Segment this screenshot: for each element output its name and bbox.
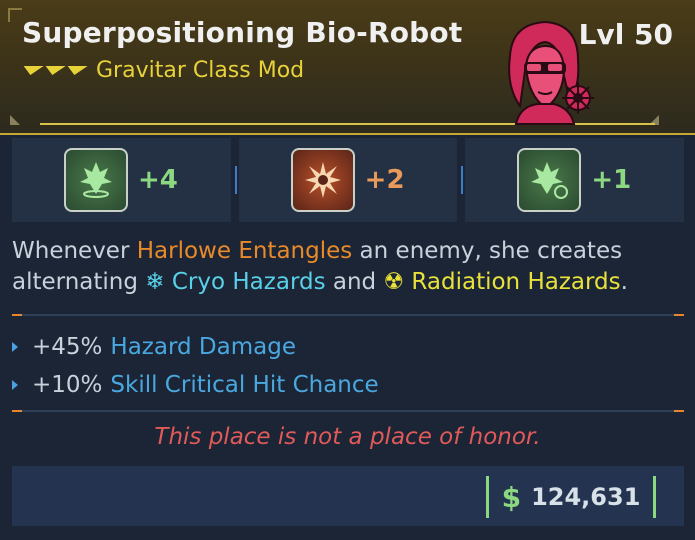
stat-row: +45% Hazard Damage: [12, 328, 684, 366]
item-description: Whenever Harlowe Entangles an enemy, she…: [12, 236, 684, 298]
stat-value: +10%: [32, 372, 103, 398]
desc-text: .: [620, 269, 628, 295]
flavor-text: This place is not a place of honor.: [154, 424, 541, 450]
item-price: $ 124,631: [486, 476, 656, 518]
harlowe-portrait-icon: [508, 20, 594, 125]
item-card: Superpositioning Bio-Robot Gravitar Clas…: [0, 0, 695, 540]
corner-bracket: [8, 8, 10, 22]
skill-separator: [234, 166, 237, 194]
desc-radiation: Radiation Hazards: [411, 269, 621, 295]
class-row: Gravitar Class Mod: [20, 58, 305, 83]
section-divider: [12, 410, 684, 412]
dollar-icon: $: [501, 480, 522, 514]
class-mod-label: Gravitar Class Mod: [96, 58, 305, 83]
radiation-icon: ☢: [383, 269, 412, 295]
item-header: Superpositioning Bio-Robot Gravitar Clas…: [0, 0, 695, 135]
item-footer: $ 124,631: [12, 466, 684, 526]
desc-cryo: Cryo Hazards: [171, 269, 326, 295]
skill-bonus-3[interactable]: +1: [465, 138, 685, 222]
skill-explosion-red-icon: [290, 148, 355, 212]
corner-bracket: [8, 8, 22, 10]
skill-separator: [461, 166, 464, 194]
skill-grenade-green-icon: [517, 148, 582, 212]
price-amount: 124,631: [531, 483, 641, 511]
skill-bonus-value: +1: [591, 165, 632, 195]
section-divider: [12, 314, 684, 316]
stat-value: +45%: [32, 334, 103, 360]
rarity-chevrons-icon: [20, 66, 88, 75]
desc-text: and: [325, 269, 384, 295]
stat-label: Hazard Damage: [110, 334, 296, 360]
skill-bonus-1[interactable]: +4: [12, 138, 237, 222]
bullet-icon: [12, 380, 18, 390]
corner-triangle: [10, 115, 20, 125]
stat-row: +10% Skill Critical Hit Chance: [12, 366, 684, 404]
item-name: Superpositioning Bio-Robot: [22, 16, 463, 49]
stat-label: Skill Critical Hit Chance: [110, 372, 379, 398]
skill-bonus-2[interactable]: +2: [238, 138, 464, 222]
skill-bonuses: +4 +2 +1: [12, 138, 685, 222]
skill-bonus-value: +2: [364, 165, 405, 195]
bullet-icon: [12, 342, 18, 352]
desc-text: Whenever: [12, 238, 137, 264]
skill-tree-green-icon: [64, 148, 128, 212]
cryo-icon: ❄: [145, 269, 172, 295]
stat-list: +45% Hazard Damage +10% Skill Critical H…: [12, 328, 684, 404]
desc-harlowe-skill: Harlowe Entangles: [136, 238, 353, 264]
skill-bonus-value: +4: [138, 165, 178, 195]
